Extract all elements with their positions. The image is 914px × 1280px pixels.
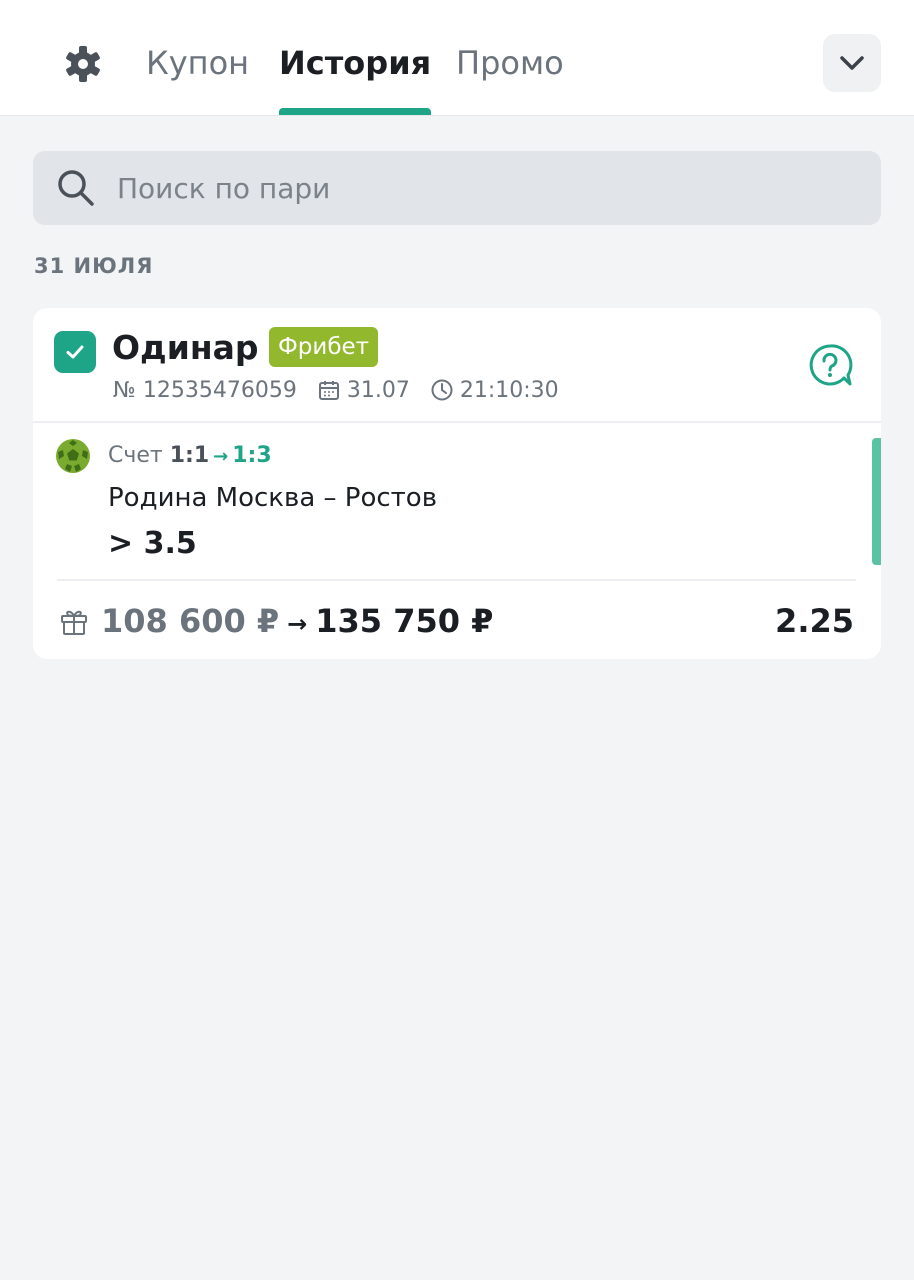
score-row: Счет 1:1 → 1:3 xyxy=(108,440,272,473)
collapse-button[interactable] xyxy=(823,34,881,92)
gear-icon xyxy=(66,46,100,82)
settings-button[interactable] xyxy=(63,44,103,84)
bet-type-title: Одинар xyxy=(112,328,259,367)
bet-time: 21:10:30 xyxy=(459,377,559,403)
search-icon xyxy=(55,167,97,209)
search-input[interactable] xyxy=(117,171,817,205)
header: Купон История Промо xyxy=(0,0,914,116)
date-group-heading: 31 ИЮЛЯ xyxy=(34,254,154,278)
question-bubble-icon xyxy=(809,344,853,386)
score-old: 1:1 xyxy=(169,443,210,468)
bet-meta: № 12535476059 31.07 21:10:30 xyxy=(113,374,559,406)
gift-icon xyxy=(61,610,87,635)
bet-card[interactable]: Одинар Фрибет № 12535476059 31.07 21:10:… xyxy=(33,308,881,659)
football-icon xyxy=(56,439,90,473)
amount-arrow: → xyxy=(287,610,308,638)
clock-icon xyxy=(430,378,454,402)
bet-selection: > 3.5 xyxy=(108,526,197,561)
amount-row: 108 600 ₽ → 135 750 ₽ xyxy=(101,600,493,645)
stake-amount: 108 600 ₽ xyxy=(101,602,280,640)
freebet-badge: Фрибет xyxy=(269,327,379,367)
chevron-down-icon xyxy=(840,56,864,70)
card-divider xyxy=(33,421,881,423)
tab-history[interactable]: История xyxy=(279,40,431,86)
check-icon xyxy=(66,345,84,359)
bet-select-checkbox[interactable] xyxy=(54,331,96,373)
calendar-icon xyxy=(317,378,341,402)
bet-date: 31.07 xyxy=(346,377,410,403)
card-divider-bottom xyxy=(57,579,856,581)
tab-promo[interactable]: Промо xyxy=(456,40,564,86)
bet-number: № 12535476059 xyxy=(113,377,297,403)
score-label: Счет xyxy=(108,443,163,468)
bet-status-indicator xyxy=(872,438,881,565)
score-arrow: → xyxy=(213,446,229,467)
active-tab-indicator xyxy=(279,108,431,115)
score-new: 1:3 xyxy=(232,443,272,468)
help-button[interactable] xyxy=(807,343,853,389)
search-bar[interactable] xyxy=(33,151,881,225)
tab-coupon[interactable]: Купон xyxy=(146,40,249,86)
match-name: Родина Москва – Ростов xyxy=(108,483,438,513)
bet-odds: 2.25 xyxy=(775,602,854,640)
payout-amount: 135 750 ₽ xyxy=(315,602,494,640)
